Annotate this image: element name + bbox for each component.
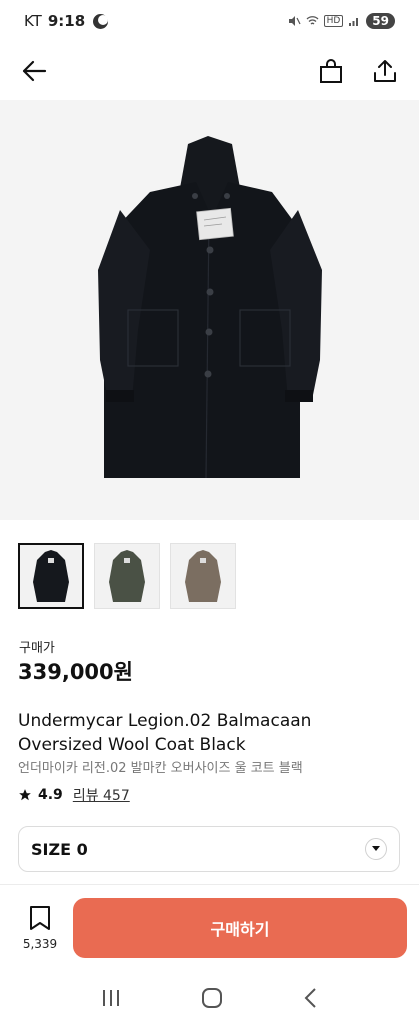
product-title-line1: Undermycar Legion.02 Balmacaan: [18, 711, 312, 731]
wishlist-button[interactable]: 5,339: [18, 905, 62, 951]
do-not-disturb-icon: [93, 13, 109, 29]
arrow-left-icon: [22, 60, 47, 82]
battery-level: 59: [366, 13, 395, 29]
shopping-bag-button[interactable]: [315, 55, 347, 87]
product-subtitle: 언더마이카 리전.02 발마칸 오버사이즈 울 코트 블랙: [18, 761, 303, 776]
status-right: HD 59: [288, 13, 395, 29]
coat-thumbnail-black: [33, 550, 69, 602]
back-button[interactable]: [18, 55, 50, 87]
share-button[interactable]: [369, 55, 401, 87]
mute-icon: [288, 16, 301, 26]
coat-thumbnail-olive: [109, 550, 145, 602]
size-select[interactable]: SIZE 0: [18, 826, 400, 872]
wishlist-count: 5,339: [22, 937, 58, 951]
chevron-down-icon: [365, 838, 387, 860]
price-label: 구매가: [19, 641, 55, 656]
status-bar: KT 9:18 HD 59: [0, 0, 419, 42]
recent-apps-icon[interactable]: [100, 988, 122, 1008]
share-icon: [374, 60, 396, 82]
product-image[interactable]: [0, 100, 419, 520]
signal-icon: [349, 18, 359, 26]
thumbnail-strip: [18, 543, 236, 609]
coat-illustration: [98, 136, 322, 479]
header-actions: [315, 55, 401, 87]
home-icon[interactable]: [201, 987, 223, 1009]
system-nav-bar: [0, 972, 419, 1024]
bottom-action-bar: 5,339 구매하기: [0, 884, 419, 972]
status-left: KT 9:18: [24, 12, 109, 30]
wifi-icon: [306, 16, 319, 25]
app-header: [0, 42, 419, 100]
review-link[interactable]: 리뷰 457: [73, 785, 130, 805]
bookmark-icon: [30, 906, 50, 930]
rating-value: 4.9: [38, 787, 63, 803]
product-title-line2: Oversized Wool Coat Black: [18, 735, 246, 755]
thumbnail-black[interactable]: [18, 543, 84, 609]
product-title: Undermycar Legion.02 Balmacaan Oversized…: [18, 709, 398, 757]
carrier-label: KT: [24, 12, 42, 30]
network-type-label: HD: [323, 15, 344, 27]
thumbnail-olive[interactable]: [94, 543, 160, 609]
size-value: SIZE 0: [31, 839, 88, 859]
back-nav-icon[interactable]: [303, 987, 319, 1009]
coat-thumbnail-taupe: [185, 550, 221, 602]
buy-button[interactable]: 구매하기: [73, 898, 407, 958]
shopping-bag-icon: [320, 59, 342, 83]
star-icon: [19, 789, 31, 801]
rating-row: 4.9 리뷰 457: [18, 785, 130, 805]
clock: 9:18: [47, 12, 86, 30]
price-value: 339,000원: [18, 660, 133, 684]
thumbnail-taupe[interactable]: [170, 543, 236, 609]
